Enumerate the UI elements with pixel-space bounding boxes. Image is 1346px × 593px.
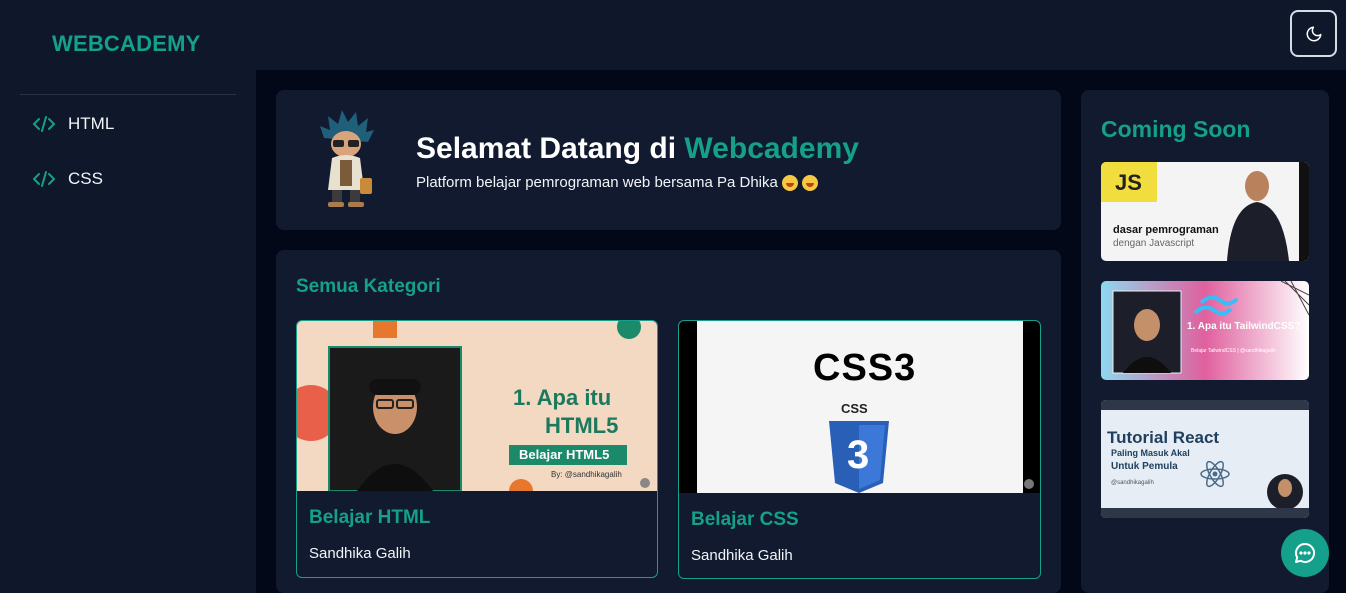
- chat-button[interactable]: [1281, 529, 1329, 577]
- video-letterbox-right: [1023, 321, 1040, 493]
- thumb-badge: Belajar HTML5: [519, 447, 610, 462]
- coming-soon-card: Coming Soon JS dasar pemrograman dengan …: [1081, 90, 1329, 593]
- categories-heading: Semua Kategori: [296, 276, 441, 297]
- sidebar: HTML CSS: [0, 70, 256, 593]
- thumb-byline: By: @sandhikagalih: [551, 470, 622, 479]
- coming-soon-thumb-react[interactable]: Tutorial React Paling Masuk Akal Untuk P…: [1101, 400, 1309, 518]
- sidebar-divider: [20, 94, 236, 95]
- welcome-subtitle: Platform belajar pemrograman web bersama…: [416, 174, 818, 191]
- thumb-title-line2: HTML5: [545, 413, 619, 438]
- course-card-html[interactable]: 1. Apa itu HTML5 Belajar HTML5 By: @sand…: [296, 320, 658, 578]
- course-author: Sandhika Galih: [691, 547, 793, 564]
- react-byline: @sandhikagalih: [1111, 480, 1154, 486]
- thumb-title-line1: 1. Apa itu: [513, 385, 612, 410]
- course-author: Sandhika Galih: [309, 545, 411, 562]
- moon-icon: [1306, 26, 1321, 41]
- thumb-css3-text: CSS3: [813, 347, 917, 389]
- theme-toggle-button[interactable]: [1290, 10, 1337, 57]
- coming-soon-thumb-js[interactable]: JS dasar pemrograman dengan Javascript: [1101, 162, 1309, 261]
- thumb-shield-label: CSS: [841, 401, 868, 416]
- app-logo[interactable]: WEBCADEMY: [52, 31, 200, 57]
- react-thumbnail-art: [1101, 400, 1309, 518]
- coming-soon-heading: Coming Soon: [1101, 116, 1251, 142]
- chat-bubble-icon: [1295, 542, 1316, 563]
- thumb-shield-number: 3: [847, 433, 870, 477]
- course-card-css[interactable]: CSS3 CSS 3 Belajar CSS Sandhika Galih: [678, 320, 1041, 579]
- coming-soon-thumb-tailwind[interactable]: 1. Apa itu TailwindCSS? Belajar Tailwind…: [1101, 281, 1309, 380]
- tongue-emoji-icon: [801, 174, 818, 191]
- mascot-image: [320, 110, 374, 207]
- sidebar-item-css[interactable]: CSS: [32, 169, 103, 189]
- info-icon: [1024, 479, 1034, 489]
- welcome-card: Selamat Datang di Webcademy Platform bel…: [276, 90, 1061, 230]
- sidebar-item-label: CSS: [68, 169, 103, 188]
- tailwind-title: 1. Apa itu TailwindCSS?: [1187, 321, 1301, 332]
- code-icon: [32, 169, 56, 189]
- grin-emoji-icon: [781, 174, 798, 191]
- sidebar-item-html[interactable]: HTML: [32, 114, 114, 134]
- course-thumbnail[interactable]: 1. Apa itu HTML5 Belajar HTML5 By: @sand…: [297, 321, 657, 491]
- course-title[interactable]: Belajar CSS: [691, 509, 799, 531]
- top-bar: WEBCADEMY: [0, 0, 1346, 70]
- course-thumbnail[interactable]: CSS3 CSS 3: [679, 321, 1040, 493]
- js-title-line1: dasar pemrograman: [1113, 224, 1219, 236]
- categories-card: Semua Kategori 1. Apa itu HTML5 Belajar …: [276, 250, 1061, 593]
- tailwind-subtitle: Belajar TailwindCSS | @sandhikagalih: [1191, 348, 1276, 354]
- welcome-title: Selamat Datang di Webcademy: [416, 132, 859, 165]
- sidebar-item-label: HTML: [68, 114, 115, 133]
- video-letterbox-left: [679, 321, 697, 493]
- react-title: Tutorial React: [1107, 428, 1220, 447]
- js-title-line2: dengan Javascript: [1113, 238, 1195, 249]
- course-title[interactable]: Belajar HTML: [309, 507, 430, 529]
- react-subtitle1: Paling Masuk Akal: [1111, 448, 1190, 458]
- react-subtitle2: Untuk Pemula: [1111, 461, 1178, 472]
- code-icon: [32, 114, 56, 134]
